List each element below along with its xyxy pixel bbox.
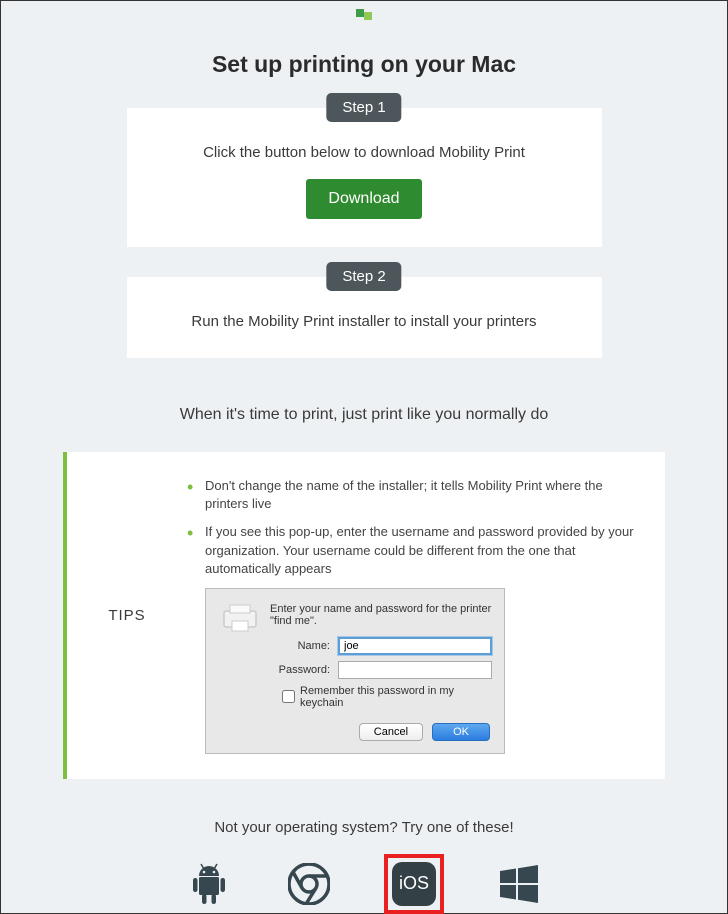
step-1-card: Step 1 Click the button below to downloa… bbox=[127, 108, 602, 247]
name-label: Name: bbox=[270, 640, 330, 652]
cancel-button[interactable]: Cancel bbox=[359, 723, 423, 741]
step-2-badge: Step 2 bbox=[326, 262, 401, 291]
auth-popup: Enter your name and password for the pri… bbox=[205, 588, 505, 754]
os-prompt: Not your operating system? Try one of th… bbox=[1, 819, 727, 836]
step-2-card: Step 2 Run the Mobility Print installer … bbox=[127, 277, 602, 358]
tip-item: If you see this pop-up, enter the userna… bbox=[187, 523, 640, 578]
password-label: Password: bbox=[270, 664, 330, 676]
step-1-badge: Step 1 bbox=[326, 93, 401, 122]
printer-icon bbox=[220, 603, 260, 633]
tip-item: Don't change the name of the installer; … bbox=[187, 477, 640, 513]
ios-badge-label: iOS bbox=[392, 862, 436, 906]
chrome-icon[interactable] bbox=[284, 859, 334, 909]
subtitle: When it's time to print, just print like… bbox=[1, 406, 727, 424]
name-field[interactable] bbox=[338, 637, 492, 655]
android-icon[interactable] bbox=[184, 859, 234, 909]
page-title: Set up printing on your Mac bbox=[1, 51, 727, 78]
step-2-text: Run the Mobility Print installer to inst… bbox=[157, 313, 572, 330]
step-1-text: Click the button below to download Mobil… bbox=[157, 144, 572, 161]
download-button[interactable]: Download bbox=[306, 179, 421, 219]
ok-button[interactable]: OK bbox=[432, 723, 490, 741]
ios-icon[interactable]: iOS bbox=[384, 854, 444, 914]
tips-card: TIPS Don't change the name of the instal… bbox=[63, 452, 665, 779]
logo bbox=[1, 1, 727, 33]
tips-label: TIPS bbox=[67, 477, 187, 754]
password-field[interactable] bbox=[338, 661, 492, 679]
windows-icon[interactable] bbox=[494, 859, 544, 909]
remember-label: Remember this password in my keychain bbox=[300, 685, 492, 709]
popup-prompt: Enter your name and password for the pri… bbox=[270, 603, 492, 627]
remember-checkbox[interactable] bbox=[282, 690, 295, 703]
